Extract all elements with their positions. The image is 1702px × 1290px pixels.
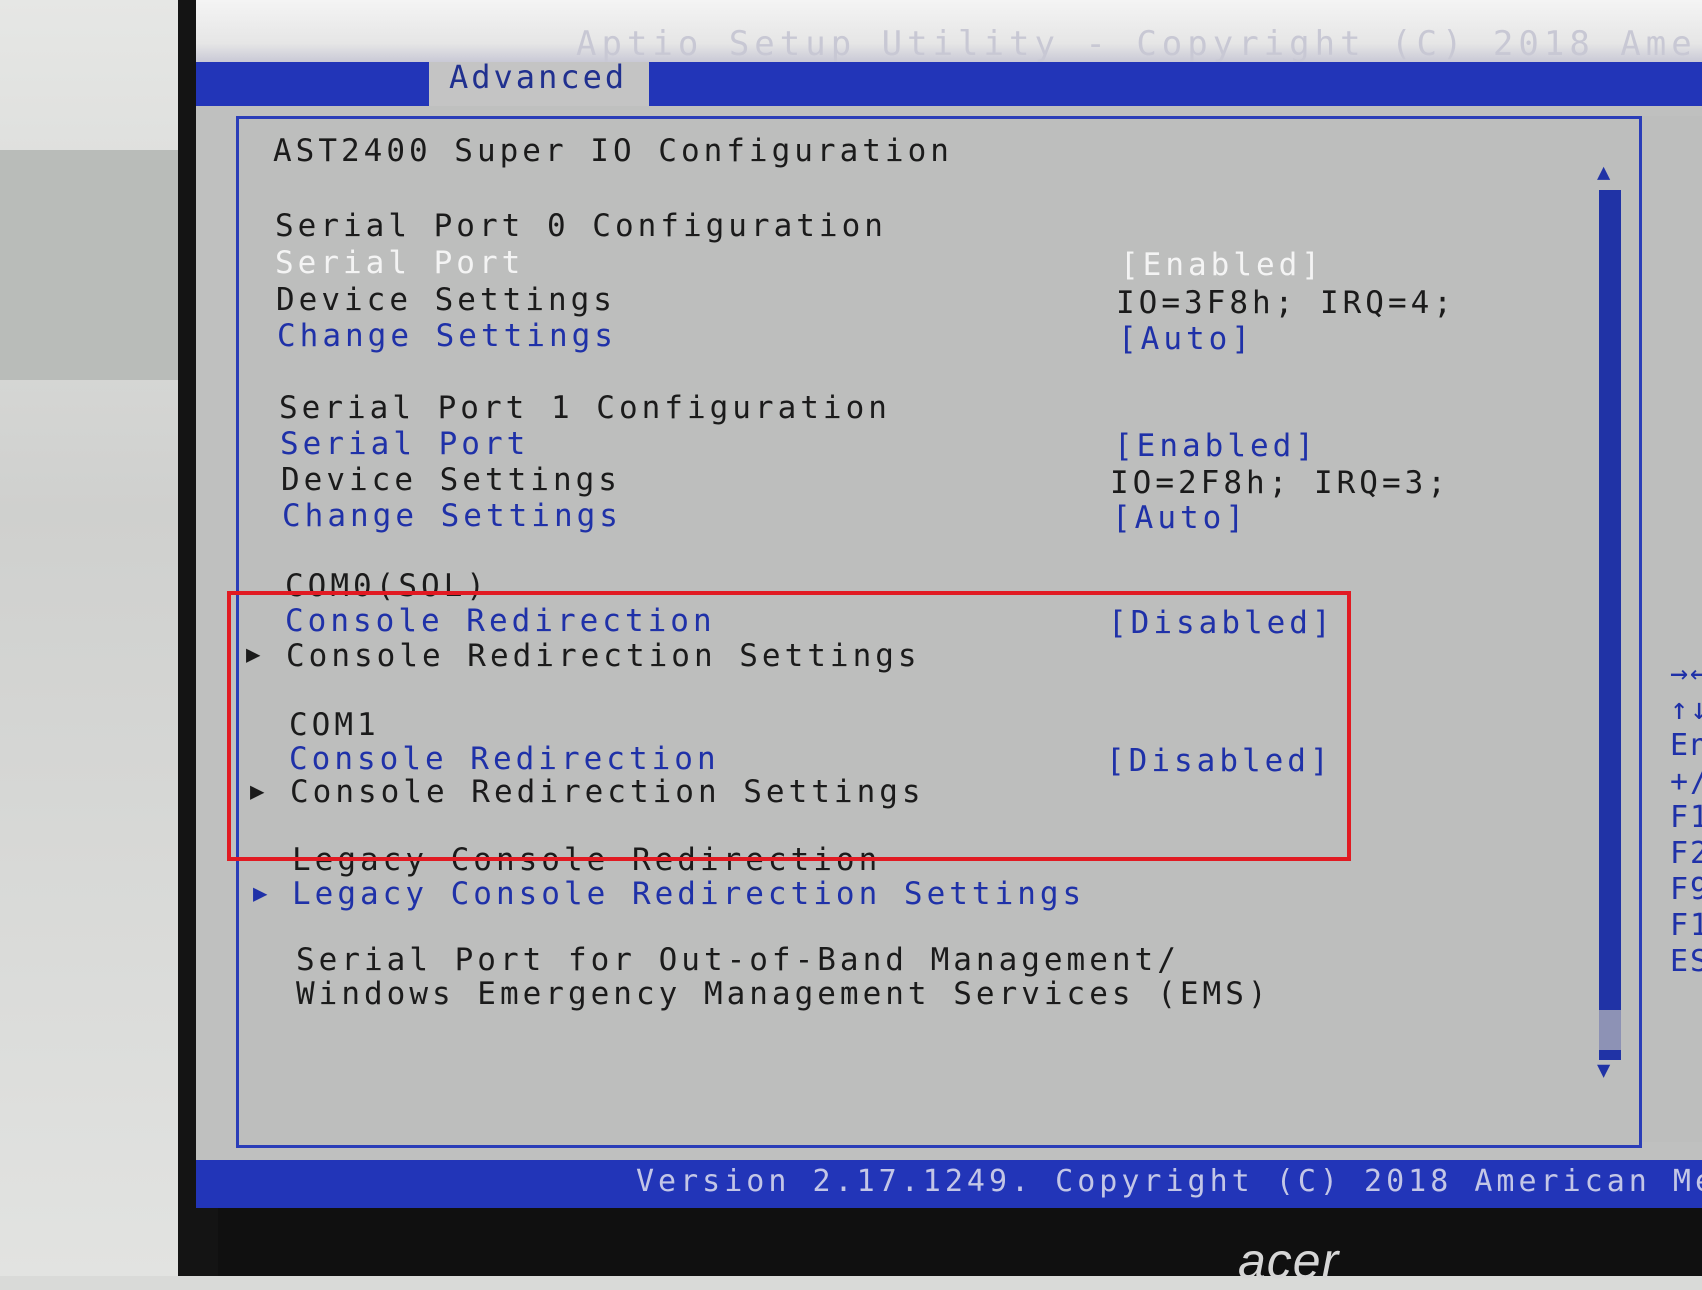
monitor-brand-logo: acer xyxy=(1238,1233,1340,1289)
serial1-change-label[interactable]: Change Settings xyxy=(282,498,622,534)
serial1-change-value[interactable]: [Auto] xyxy=(1112,500,1248,536)
scroll-up-arrow-icon[interactable]: ▲ xyxy=(1597,160,1610,185)
scroll-down-arrow-icon[interactable]: ▼ xyxy=(1597,1058,1610,1083)
help-key-change-option: +/ xyxy=(1670,764,1702,799)
serial0-change-value[interactable]: [Auto] xyxy=(1118,321,1254,357)
submenu-arrow-icon: ▶ xyxy=(253,879,268,907)
background-shelf xyxy=(0,150,190,380)
scrollbar-thumb[interactable] xyxy=(1599,1010,1621,1050)
help-key-f1: F1 xyxy=(1670,800,1702,835)
scrollbar[interactable] xyxy=(1599,190,1621,1060)
serial0-port-label[interactable]: Serial Port xyxy=(275,245,524,281)
serial0-device-label: Device Settings xyxy=(276,282,616,318)
legacy-console-redirection-settings[interactable]: Legacy Console Redirection Settings xyxy=(292,876,1085,912)
help-key-f10: F1( xyxy=(1670,908,1702,943)
help-text-line2: Windows Emergency Management Services (E… xyxy=(296,976,1271,1012)
title-text: Aptio Setup Utility - Copyright (C) 2018… xyxy=(576,24,1702,64)
help-key-enter: En xyxy=(1670,728,1702,763)
help-panel xyxy=(1639,116,1702,1142)
tab-bar xyxy=(196,62,1702,106)
help-key-esc: ESC xyxy=(1670,944,1702,979)
serial0-change-label[interactable]: Change Settings xyxy=(277,318,617,354)
help-text-line1: Serial Port for Out-of-Band Management/ xyxy=(296,942,1180,978)
serial1-port-label[interactable]: Serial Port xyxy=(280,426,529,462)
tab-advanced-label: Advanced xyxy=(449,58,628,96)
page-title: AST2400 Super IO Configuration xyxy=(273,133,953,169)
serial1-device-label: Device Settings xyxy=(281,462,621,498)
version-copyright-text: Version 2.17.1249. Copyright (C) 2018 Am… xyxy=(636,1164,1702,1199)
serial1-port-value[interactable]: [Enabled] xyxy=(1114,428,1318,464)
help-key-f9: F9 xyxy=(1670,872,1702,907)
help-key-f2: F2 xyxy=(1670,836,1702,871)
help-key-select-screen: →← xyxy=(1670,656,1702,691)
highlight-annotation-box xyxy=(227,591,1351,861)
serial1-heading: Serial Port 1 Configuration xyxy=(279,390,891,426)
serial0-device-value: IO=3F8h; IRQ=4; xyxy=(1116,285,1456,321)
help-key-select-item: ↑↓ xyxy=(1670,692,1702,727)
serial0-port-value[interactable]: [Enabled] xyxy=(1120,247,1324,283)
serial1-device-value: IO=2F8h; IRQ=3; xyxy=(1110,465,1450,501)
serial0-heading: Serial Port 0 Configuration xyxy=(275,208,887,244)
monitor-bezel xyxy=(218,1208,1702,1276)
